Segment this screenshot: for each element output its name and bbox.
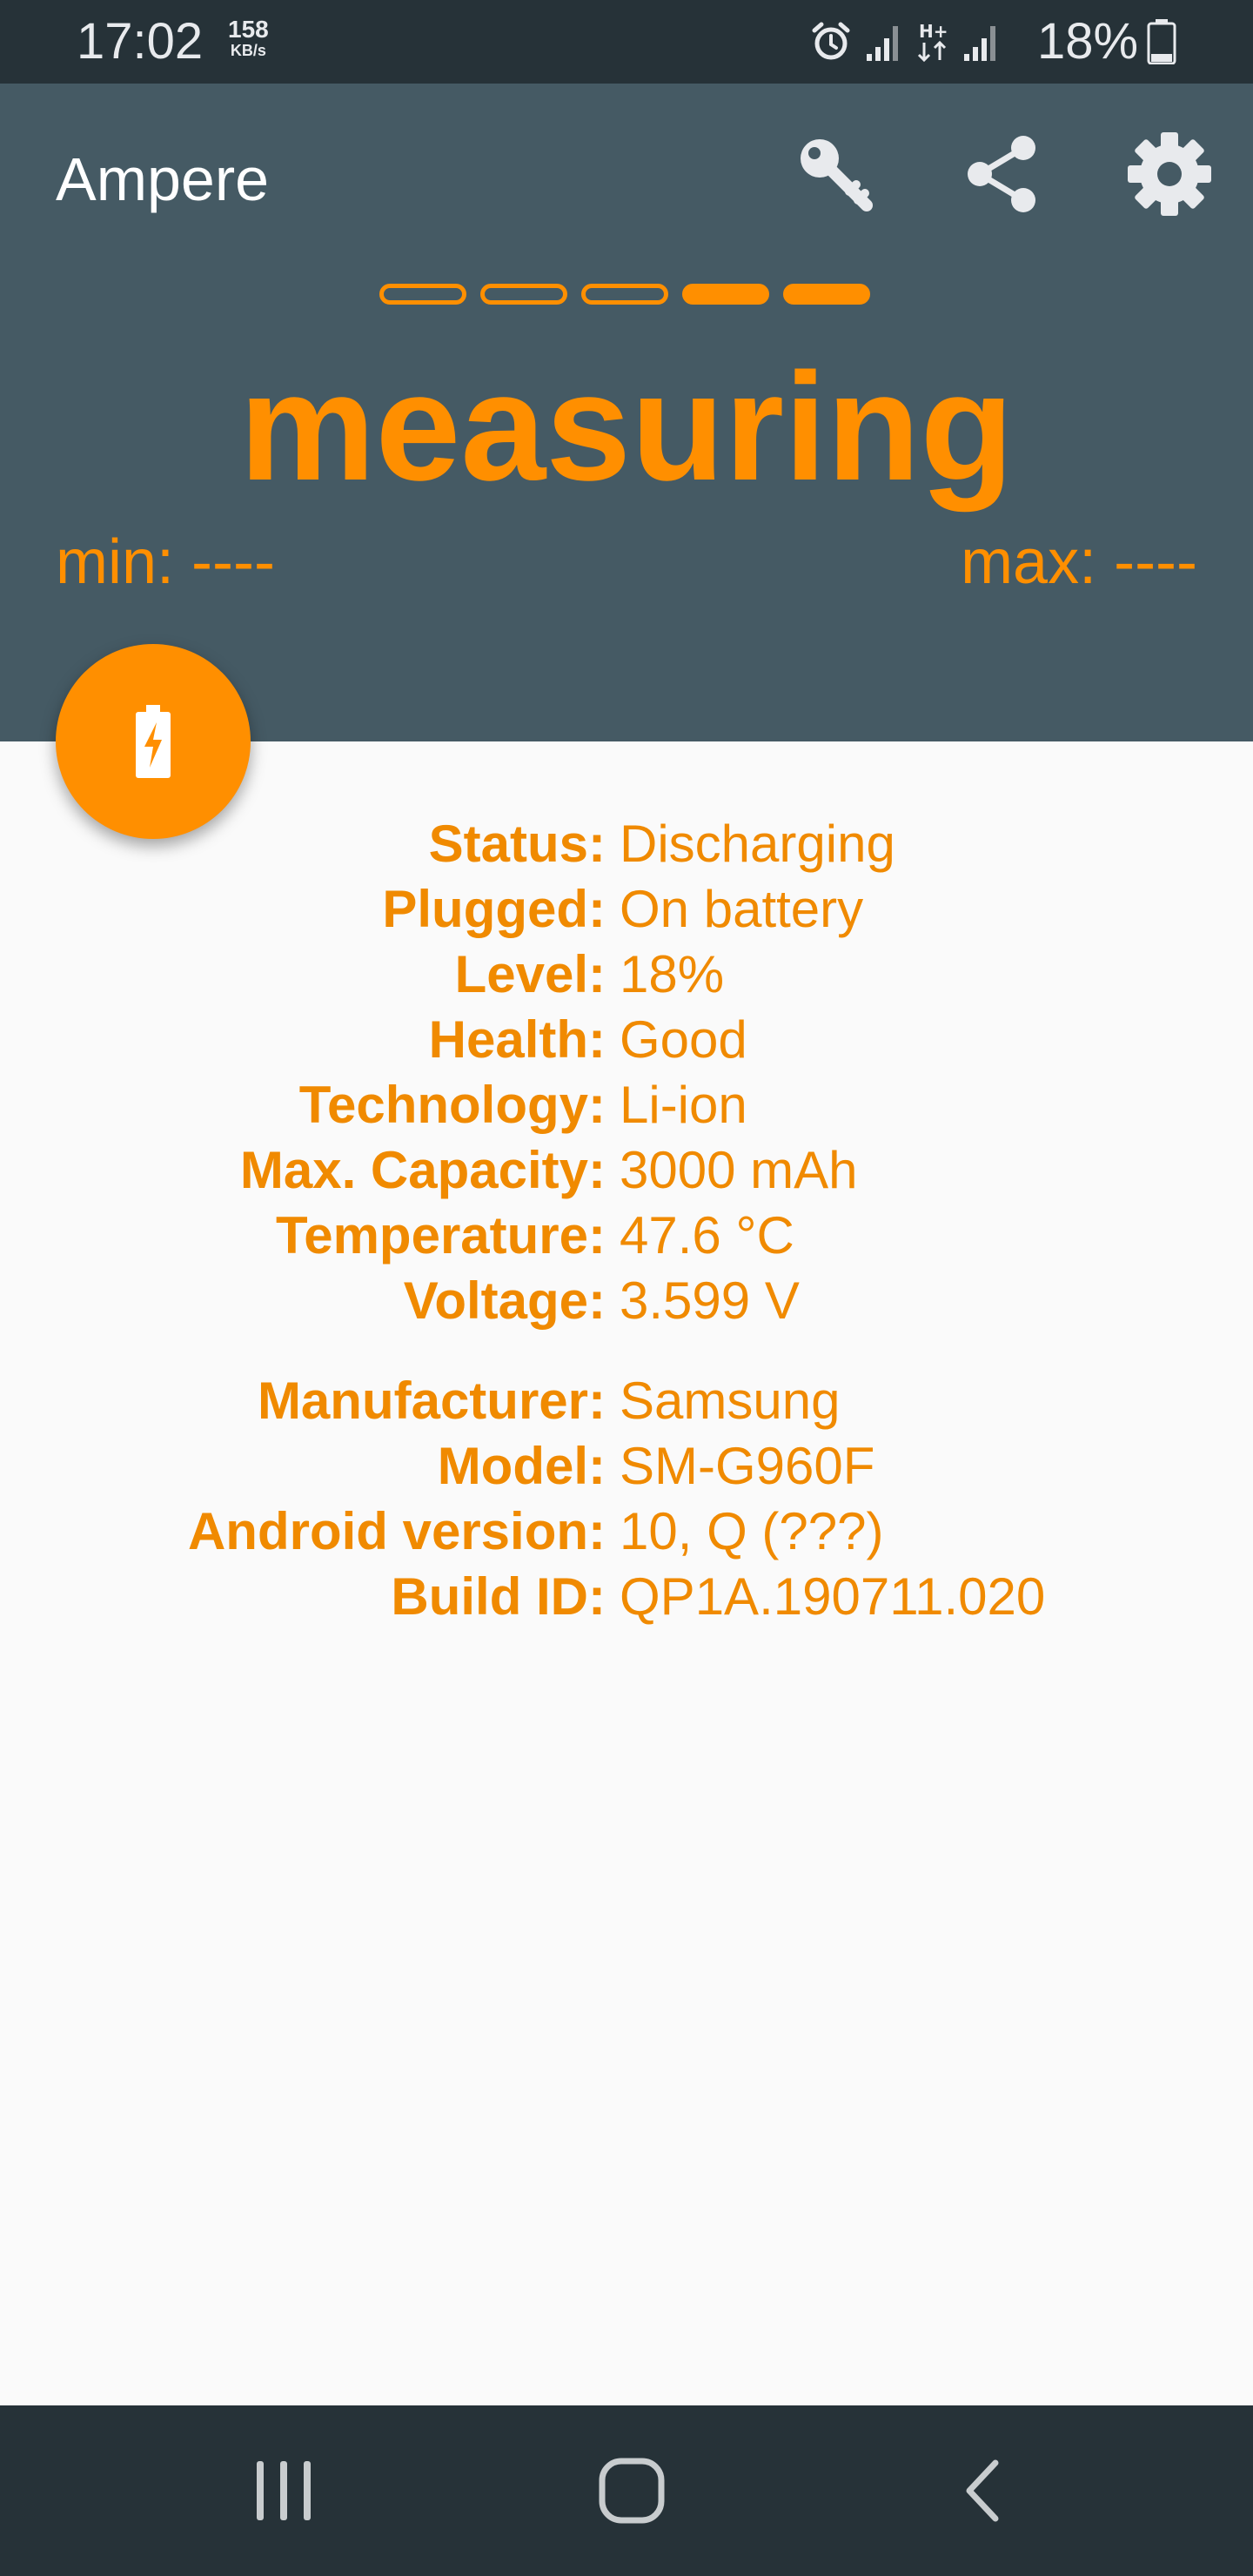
info-value: Good (620, 1010, 747, 1069)
status-icons: H+ (809, 19, 1001, 64)
info-label: Build ID: (391, 1567, 606, 1626)
info-row-manufacturer: Manufacturer: Samsung (0, 1368, 1253, 1433)
info-row-build-id: Build ID: QP1A.190711.020 (0, 1564, 1253, 1629)
info-row-level: Level: 18% (0, 942, 1253, 1007)
info-value: 3.599 V (620, 1271, 800, 1330)
info-value: 3000 mAh (620, 1141, 858, 1199)
battery-percent: 18% (1037, 13, 1139, 70)
info-row-status: Status: Discharging (0, 811, 1253, 876)
back-button[interactable] (922, 2444, 1044, 2538)
network-speed: 158 KB/s (228, 16, 269, 60)
share-button[interactable] (957, 129, 1048, 219)
settings-button[interactable] (1124, 129, 1215, 219)
info-label: Level: (454, 945, 606, 1003)
signal-icon-2 (964, 26, 995, 61)
network-speed-unit: KB/s (230, 42, 266, 59)
progress-dash (480, 284, 567, 305)
info-row-temperature: Temperature: 47.6 °C (0, 1203, 1253, 1268)
progress-dash (581, 284, 668, 305)
info-label: Max. Capacity: (239, 1141, 606, 1199)
progress-dash-active (682, 284, 769, 305)
progress-dash-active (783, 284, 870, 305)
info-value: Discharging (620, 815, 895, 873)
info-row-plugged: Plugged: On battery (0, 876, 1253, 942)
app-header: Ampere measuring min: ---- max: ---- (0, 84, 1253, 741)
info-row-technology: Technology: Li-ion (0, 1072, 1253, 1137)
info-row-max-capacity: Max. Capacity: 3000 mAh (0, 1137, 1253, 1203)
info-label: Health: (428, 1010, 606, 1069)
info-row-model: Model: SM-G960F (0, 1433, 1253, 1499)
key-icon (801, 139, 873, 211)
key-button[interactable] (790, 129, 881, 219)
progress-dash (379, 284, 466, 305)
app-title: Ampere (56, 145, 270, 213)
info-value: QP1A.190711.020 (620, 1567, 1046, 1626)
info-label: Technology: (298, 1076, 606, 1134)
info-row-android-version: Android version: 10, Q (???) (0, 1499, 1253, 1564)
alarm-icon (812, 22, 850, 60)
svg-text:H+: H+ (919, 21, 948, 42)
info-label: Plugged: (382, 880, 606, 938)
home-icon (599, 2458, 665, 2524)
data-hplus-icon: H+ (917, 21, 948, 63)
info-label: Voltage: (403, 1271, 606, 1330)
info-row-health: Health: Good (0, 1007, 1253, 1072)
battery-icon (1147, 19, 1176, 64)
info-value: 10, Q (???) (620, 1502, 884, 1560)
info-value: 47.6 °C (620, 1206, 794, 1265)
info-label: Status: (428, 815, 606, 873)
battery-info-section: Status: Discharging Plugged: On battery … (0, 811, 1253, 1333)
device-info-section: Manufacturer: Samsung Model: SM-G960F An… (0, 1368, 1253, 1629)
max-value: max: ---- (961, 527, 1197, 597)
info-value: Li-ion (620, 1076, 747, 1134)
info-value: On battery (620, 880, 864, 938)
info-value: 18% (620, 945, 725, 1003)
measuring-status: measuring (238, 342, 1015, 513)
recent-apps-button[interactable] (223, 2444, 345, 2538)
battery-fab-button[interactable] (56, 644, 251, 839)
battery-charging-icon (136, 705, 171, 778)
status-time: 17:02 (77, 13, 204, 70)
back-icon (966, 2459, 999, 2522)
min-value: min: ---- (56, 527, 275, 597)
share-icon (968, 136, 1035, 212)
navigation-bar (0, 2405, 1253, 2576)
status-bar: 17:02 158 KB/s H+ 18% (0, 0, 1253, 84)
info-value: SM-G960F (620, 1437, 875, 1495)
signal-icon (867, 26, 898, 61)
info-label: Model: (437, 1437, 606, 1495)
recent-apps-icon (257, 2461, 311, 2520)
info-list: Status: Discharging Plugged: On battery … (0, 811, 1253, 1629)
gear-icon (1128, 132, 1211, 216)
info-label: Manufacturer: (257, 1372, 606, 1430)
info-row-voltage: Voltage: 3.599 V (0, 1268, 1253, 1333)
info-label: Android version: (187, 1502, 606, 1560)
info-label: Temperature: (276, 1206, 606, 1265)
network-speed-value: 158 (228, 16, 269, 43)
progress-indicator (379, 284, 870, 305)
info-value: Samsung (620, 1372, 841, 1430)
home-button[interactable] (571, 2444, 693, 2538)
